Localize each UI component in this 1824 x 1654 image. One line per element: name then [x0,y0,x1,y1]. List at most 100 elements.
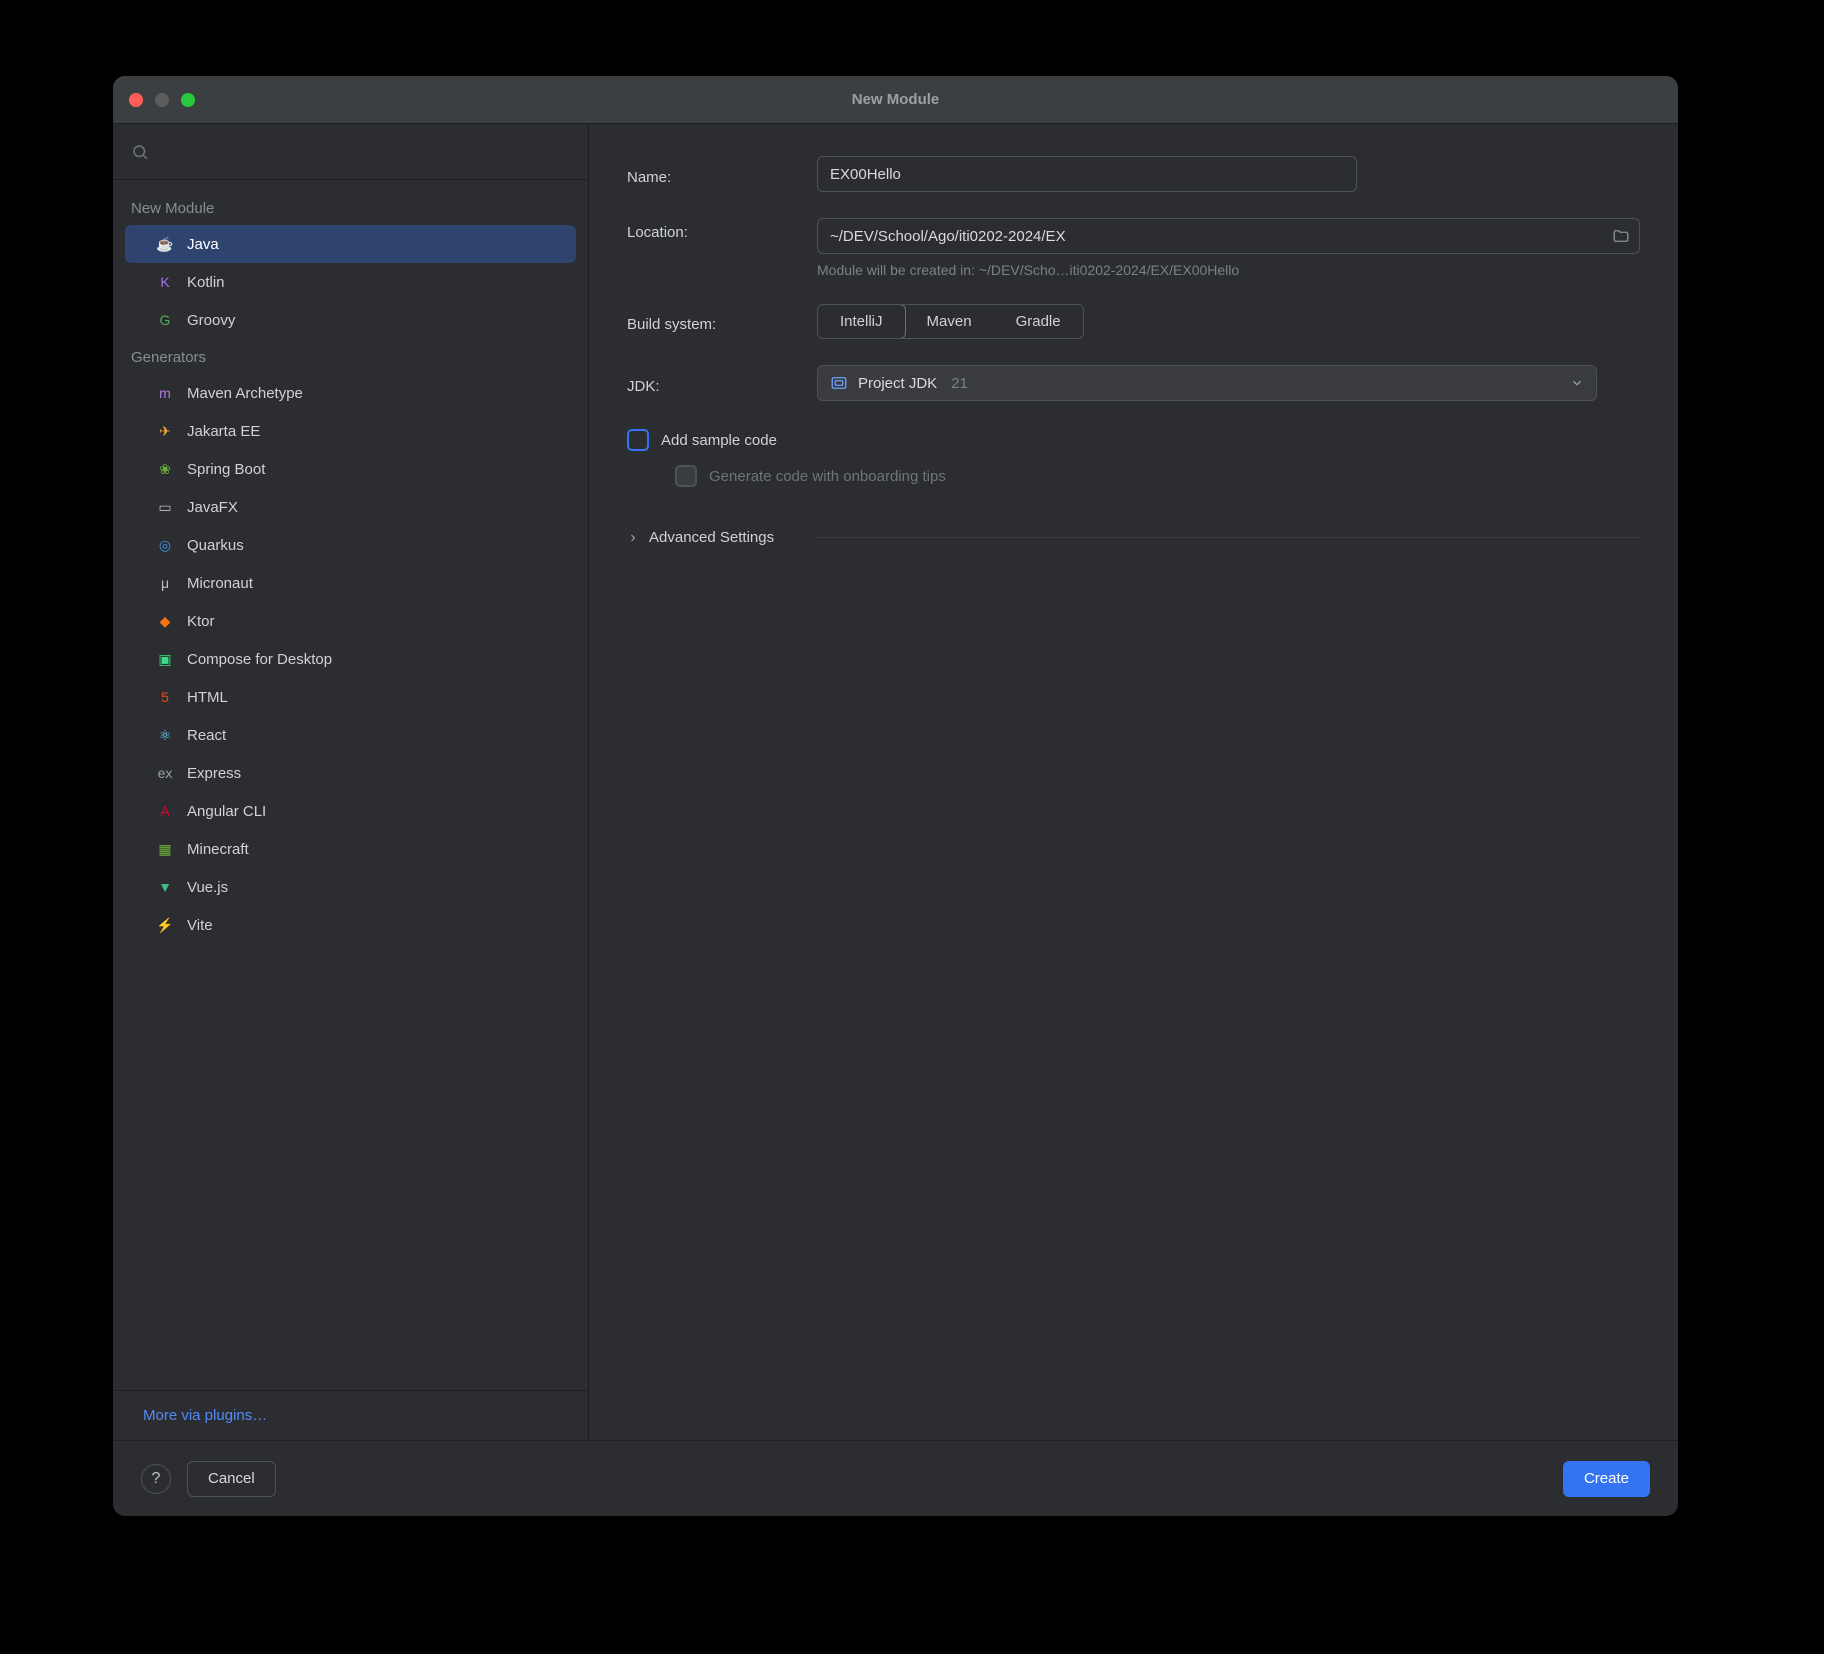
minecraft-icon: ▦ [155,839,175,859]
advanced-settings-toggle[interactable]: Advanced Settings [627,517,774,558]
angular-icon: A [155,801,175,821]
sidebar-item-micronaut[interactable]: μ Micronaut [125,564,576,602]
sidebar-search[interactable] [113,124,588,180]
sidebar-item-label: Jakarta EE [187,423,260,440]
sidebar: New Module☕JavaKKotlinGGroovyGeneratorsm… [113,124,589,1440]
javafx-icon: ▭ [155,497,175,517]
sidebar-item-label: Spring Boot [187,461,265,478]
location-input[interactable] [817,218,1640,254]
sidebar-item-vue-js[interactable]: ▼ Vue.js [125,868,576,906]
jakarta-icon: ✈ [155,421,175,441]
project-jdk-icon [830,374,848,392]
sidebar-item-label: HTML [187,689,228,706]
sidebar-item-label: Vue.js [187,879,228,896]
sidebar-item-label: Compose for Desktop [187,651,332,668]
location-hint: Module will be created in: ~/DEV/Scho…it… [817,262,1640,278]
dialog-title: New Module [852,91,940,108]
sidebar-item-maven-archetype[interactable]: m Maven Archetype [125,374,576,412]
quarkus-icon: ◎ [155,535,175,555]
sidebar-item-minecraft[interactable]: ▦ Minecraft [125,830,576,868]
jdk-select[interactable]: Project JDK 21 [817,365,1597,401]
sidebar-item-label: React [187,727,226,744]
sidebar-item-java[interactable]: ☕ Java [125,225,576,263]
help-button[interactable]: ? [141,1464,171,1494]
spring-icon: ❀ [155,459,175,479]
sidebar-item-label: Vite [187,917,213,934]
sidebar-item-groovy[interactable]: G Groovy [125,301,576,339]
advanced-settings-divider [814,537,1640,538]
sidebar-item-label: Ktor [187,613,215,630]
onboarding-tips-row: Generate code with onboarding tips [675,465,1640,487]
sidebar-item-kotlin[interactable]: K Kotlin [125,263,576,301]
sidebar-item-react[interactable]: ⚛ React [125,716,576,754]
ktor-icon: ◆ [155,611,175,631]
vue-icon: ▼ [155,877,175,897]
jdk-value: Project JDK [858,375,937,392]
sidebar-item-label: Minecraft [187,841,249,858]
groovy-icon: G [155,310,175,330]
vite-icon: ⚡ [155,915,175,935]
sidebar-item-ktor[interactable]: ◆ Ktor [125,602,576,640]
sidebar-item-label: Groovy [187,312,235,329]
chevron-down-icon [1570,376,1584,390]
build-system-option-maven[interactable]: Maven [905,305,994,338]
express-icon: ex [155,763,175,783]
onboarding-tips-label: Generate code with onboarding tips [709,468,946,485]
close-window-button[interactable] [129,93,143,107]
sidebar-item-vite[interactable]: ⚡ Vite [125,906,576,944]
advanced-settings-label: Advanced Settings [649,529,774,546]
compose-icon: ▣ [155,649,175,669]
sidebar-item-label: Quarkus [187,537,244,554]
build-system-segmented: IntelliJMavenGradle [817,304,1084,339]
sidebar-item-label: Express [187,765,241,782]
build-system-option-intellij[interactable]: IntelliJ [817,304,906,339]
html-icon: 5 [155,687,175,707]
name-input[interactable] [817,156,1357,192]
sidebar-section-header: New Module [113,190,588,225]
add-sample-code-checkbox[interactable] [627,429,649,451]
search-icon [131,143,149,161]
browse-folder-icon[interactable] [1610,227,1632,245]
sidebar-item-label: Angular CLI [187,803,266,820]
sidebar-item-compose-for-desktop[interactable]: ▣ Compose for Desktop [125,640,576,678]
sidebar-item-express[interactable]: ex Express [125,754,576,792]
minimize-window-button[interactable] [155,93,169,107]
micronaut-icon: μ [155,573,175,593]
sidebar-item-angular-cli[interactable]: A Angular CLI [125,792,576,830]
jdk-version: 21 [951,375,968,392]
react-icon: ⚛ [155,725,175,745]
sidebar-item-html[interactable]: 5 HTML [125,678,576,716]
sidebar-item-jakarta-ee[interactable]: ✈ Jakarta EE [125,412,576,450]
chevron-right-icon [627,532,639,544]
add-sample-code-row[interactable]: Add sample code [627,429,1640,451]
java-icon: ☕ [155,234,175,254]
zoom-window-button[interactable] [181,93,195,107]
sidebar-item-label: Micronaut [187,575,253,592]
sidebar-item-label: Kotlin [187,274,225,291]
sidebar-item-quarkus[interactable]: ◎ Quarkus [125,526,576,564]
sidebar-item-spring-boot[interactable]: ❀ Spring Boot [125,450,576,488]
sidebar-item-javafx[interactable]: ▭ JavaFX [125,488,576,526]
sidebar-item-label: JavaFX [187,499,238,516]
titlebar: New Module [113,76,1678,124]
add-sample-code-label: Add sample code [661,432,777,449]
new-module-dialog: New Module New Module ☕ Java K Kotlin G Groovy… [113,76,1678,1516]
create-button[interactable]: Create [1563,1461,1650,1497]
sidebar-item-label: Maven Archetype [187,385,303,402]
maven-icon: m [155,383,175,403]
dialog-footer: ? Cancel Create [113,1440,1678,1516]
name-label: Name: [627,163,817,186]
form-panel: Name: Location: Module will be created i… [589,124,1678,1440]
build-system-label: Build system: [627,310,817,333]
jdk-label: JDK: [627,372,817,395]
build-system-option-gradle[interactable]: Gradle [994,305,1083,338]
window-controls [129,93,195,107]
kotlin-icon: K [155,272,175,292]
sidebar-section-header: Generators [113,339,588,374]
location-label: Location: [627,218,817,241]
cancel-button[interactable]: Cancel [187,1461,276,1497]
more-plugins-link[interactable]: More via plugins… [143,1407,267,1424]
sidebar-item-label: Java [187,236,219,253]
onboarding-tips-checkbox [675,465,697,487]
sidebar-more-plugins[interactable]: More via plugins… [113,1390,588,1440]
